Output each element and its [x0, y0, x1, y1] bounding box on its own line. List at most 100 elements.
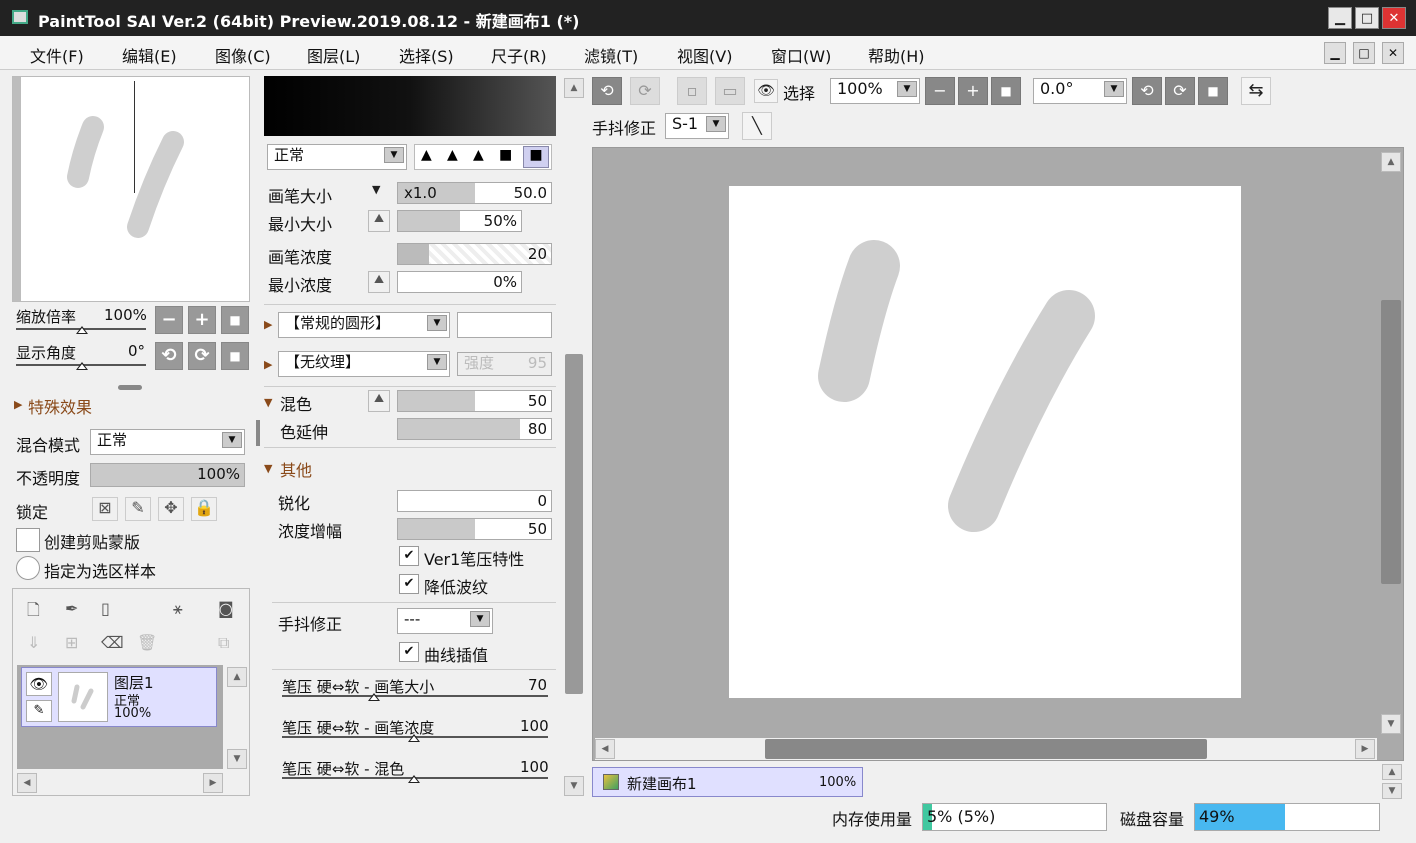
- navigator-preview[interactable]: [12, 76, 250, 302]
- panel-resize-handle[interactable]: [118, 385, 142, 390]
- canvas-vscroll-thumb[interactable]: [1381, 300, 1401, 584]
- brush-shape-select[interactable]: 【常规的圆形】 ▼: [278, 312, 450, 338]
- menu-view[interactable]: 视图(V): [677, 43, 732, 67]
- pressure-size-handle[interactable]: [368, 693, 380, 701]
- pressure-mix-handle[interactable]: [408, 775, 420, 783]
- brush-mode-select[interactable]: 正常 ▼: [267, 144, 407, 170]
- size-mult-chevron-icon[interactable]: ▼: [372, 183, 380, 196]
- show-selection-eye-icon[interactable]: 👁: [754, 79, 778, 103]
- tab-scroll-up-button[interactable]: ▲: [1382, 764, 1402, 780]
- new-vector-layer-icon[interactable]: ✒: [65, 599, 78, 618]
- layer-scroll-down-button[interactable]: ▼: [227, 749, 247, 769]
- other-label[interactable]: 其他: [280, 457, 312, 481]
- canvas-rotate-left-button[interactable]: ⟲: [1132, 77, 1162, 105]
- other-collapse-icon[interactable]: ▼: [264, 462, 272, 475]
- invert-selection-button[interactable]: ▭: [715, 77, 745, 105]
- layer-scroll-right-button[interactable]: ▶: [203, 773, 223, 793]
- curve-interp-checkbox[interactable]: ✔: [399, 642, 419, 662]
- brush-shape-param[interactable]: [457, 312, 552, 338]
- layer-edit-pencil-icon[interactable]: ✎: [26, 700, 52, 722]
- menu-ruler[interactable]: 尺子(R): [491, 43, 547, 67]
- shape-expand-icon[interactable]: ▶: [264, 318, 272, 331]
- zoom-slider-handle[interactable]: [76, 326, 88, 334]
- menu-select[interactable]: 选择(S): [399, 43, 454, 67]
- scroll-down-button[interactable]: ▼: [564, 776, 584, 796]
- close-button[interactable]: ✕: [1382, 7, 1406, 29]
- menu-filter[interactable]: 滤镜(T): [584, 43, 638, 67]
- min-size-slider[interactable]: 50%: [397, 210, 522, 232]
- canvas-rotate-right-button[interactable]: ⟳: [1165, 77, 1195, 105]
- canvas-rotate-reset-button[interactable]: ■: [1198, 77, 1228, 105]
- canvas-scroll-up-button[interactable]: ▲: [1381, 152, 1401, 172]
- drawing-canvas[interactable]: [729, 186, 1241, 698]
- mixing-collapse-icon[interactable]: ▼: [264, 396, 272, 409]
- menu-layer[interactable]: 图层(L): [307, 43, 360, 67]
- canvas-zoom-reset-button[interactable]: ■: [991, 77, 1021, 105]
- new-layer-icon[interactable]: 🗋: [27, 599, 40, 626]
- minimize-button[interactable]: ▁: [1328, 7, 1352, 29]
- selection-sample-radio[interactable]: [16, 556, 40, 580]
- texture-expand-icon[interactable]: ▶: [264, 358, 272, 371]
- merge-visible-icon[interactable]: ⊞: [65, 633, 78, 652]
- spread-slider[interactable]: 80: [397, 418, 552, 440]
- zoom-out-button[interactable]: −: [155, 306, 183, 334]
- rotate-right-button[interactable]: ⟳: [188, 342, 216, 370]
- edge-shape-3-icon[interactable]: ▲: [473, 147, 484, 163]
- brush-size-slider[interactable]: x1.0 50.0: [397, 182, 552, 204]
- edge-shape-4-icon[interactable]: ■: [499, 147, 512, 163]
- merge-down-icon[interactable]: ⇓: [27, 633, 40, 652]
- canvas-hscroll[interactable]: ◀ ▶: [595, 738, 1377, 760]
- angle-slider-handle[interactable]: [76, 362, 88, 370]
- menu-window[interactable]: 窗口(W): [771, 43, 831, 67]
- brush-panel-scrollbar[interactable]: ▲ ▼: [563, 78, 585, 798]
- reduce-ripple-checkbox[interactable]: ✔: [399, 574, 419, 594]
- menu-help[interactable]: 帮助(H): [868, 43, 925, 67]
- doc-restore-button[interactable]: □: [1353, 42, 1375, 64]
- canvas-zoom-in-button[interactable]: +: [958, 77, 988, 105]
- lock-paint-icon[interactable]: ✎: [125, 497, 151, 521]
- maximize-button[interactable]: □: [1355, 7, 1379, 29]
- lock-all-icon[interactable]: 🔒: [191, 497, 217, 521]
- min-density-pressure-icon[interactable]: ⛰: [368, 271, 390, 293]
- canvas-viewport[interactable]: ▲ ▼ ◀ ▶: [592, 147, 1404, 761]
- layer-scroll-up-button[interactable]: ▲: [227, 667, 247, 687]
- density-slider[interactable]: 20: [397, 243, 552, 265]
- angle-select[interactable]: 0.0° ▼: [1033, 78, 1127, 104]
- layer-effect-icon[interactable]: ⚹: [173, 599, 183, 619]
- apply-mask-icon[interactable]: ⧉: [218, 633, 229, 653]
- lock-transparency-icon[interactable]: ⊠: [92, 497, 118, 521]
- canvas-scroll-left-button[interactable]: ◀: [595, 739, 615, 759]
- min-density-slider[interactable]: 0%: [397, 271, 522, 293]
- redo-button[interactable]: ⟳: [630, 77, 660, 105]
- canvas-zoom-out-button[interactable]: −: [925, 77, 955, 105]
- clear-layer-icon[interactable]: ⌫: [101, 633, 124, 652]
- layer-scroll-left-button[interactable]: ◀: [17, 773, 37, 793]
- lock-move-icon[interactable]: ✥: [158, 497, 184, 521]
- texture-strength-slider[interactable]: 强度 95: [457, 352, 552, 376]
- flip-horizontal-icon[interactable]: ⇆: [1241, 77, 1271, 105]
- line-tool-icon[interactable]: ╲: [742, 112, 772, 140]
- new-folder-icon[interactable]: ▯: [101, 599, 110, 618]
- texture-select[interactable]: 【无纹理】 ▼: [278, 351, 450, 377]
- clipping-checkbox[interactable]: [16, 528, 40, 552]
- min-size-pressure-icon[interactable]: ⛰: [368, 210, 390, 232]
- sharpen-slider[interactable]: 0: [397, 490, 552, 512]
- scroll-thumb[interactable]: [565, 354, 583, 694]
- ver1-pressure-checkbox[interactable]: ✔: [399, 546, 419, 566]
- rotate-reset-button[interactable]: ■: [221, 342, 249, 370]
- density-amp-slider[interactable]: 50: [397, 518, 552, 540]
- menu-image[interactable]: 图像(C): [215, 43, 271, 67]
- mask-icon[interactable]: ◙: [218, 599, 234, 618]
- menu-edit[interactable]: 编辑(E): [122, 43, 177, 67]
- scroll-up-button[interactable]: ▲: [564, 78, 584, 98]
- edge-shape-1-icon[interactable]: ▲: [421, 147, 432, 163]
- canvas-stabilizer-select[interactable]: S-1 ▼: [665, 113, 729, 139]
- effects-label[interactable]: 特殊效果: [28, 394, 92, 418]
- pressure-density-handle[interactable]: [408, 734, 420, 742]
- edge-shape-2-icon[interactable]: ▲: [447, 147, 458, 163]
- visibility-eye-icon[interactable]: 👁: [26, 672, 52, 696]
- mix-slider[interactable]: 50: [397, 390, 552, 412]
- canvas-tab[interactable]: 新建画布1 100%: [592, 767, 863, 797]
- doc-minimize-button[interactable]: ▁: [1324, 42, 1346, 64]
- zoom-select[interactable]: 100% ▼: [830, 78, 920, 104]
